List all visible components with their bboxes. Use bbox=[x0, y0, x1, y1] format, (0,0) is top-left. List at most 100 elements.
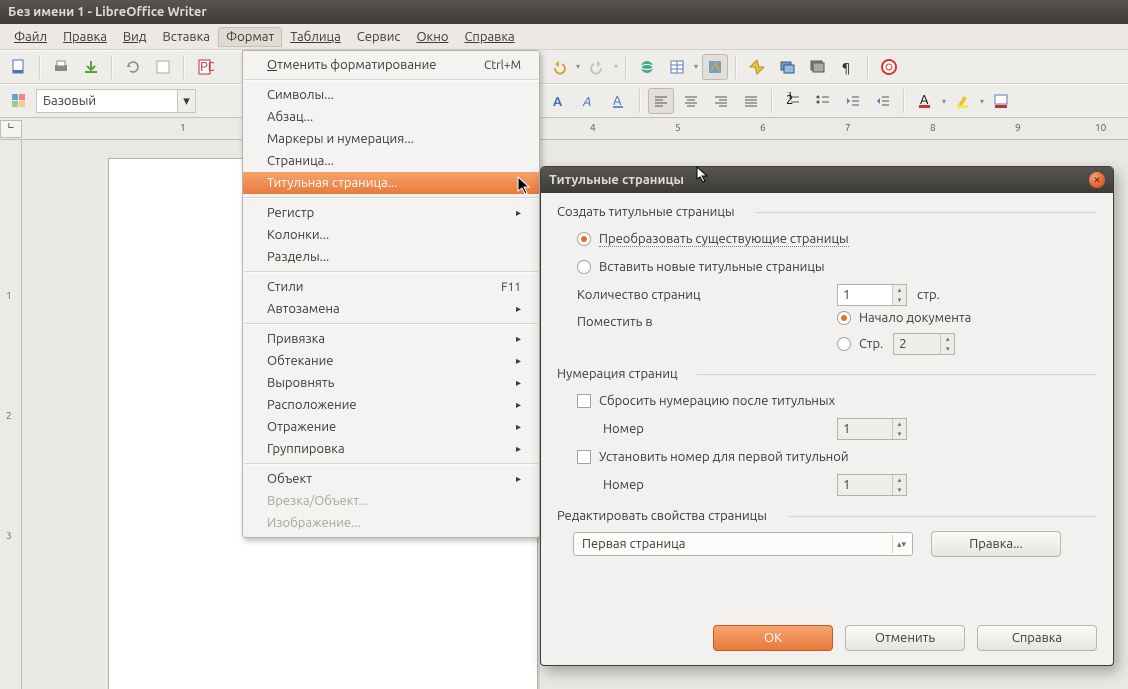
menu-bullets[interactable]: Маркеры и нумерация... bbox=[243, 128, 539, 150]
menu-window[interactable]: Окно bbox=[408, 27, 456, 47]
check-set-first[interactable]: Установить номер для первой титульной bbox=[577, 450, 849, 464]
mouse-cursor-icon-2 bbox=[696, 166, 710, 184]
menu-tools[interactable]: Сервис bbox=[349, 27, 409, 47]
vertical-ruler: 1 2 3 bbox=[0, 140, 22, 689]
menu-styles[interactable]: СтилиF11 bbox=[243, 276, 539, 298]
page-num-spin: 2▴▾ bbox=[893, 333, 955, 355]
dialog-buttons: OK Отменить Справка bbox=[541, 615, 1113, 665]
menu-character[interactable]: Символы... bbox=[243, 84, 539, 106]
menu-help[interactable]: Справка bbox=[456, 27, 522, 47]
numbering-button[interactable]: 12 bbox=[780, 88, 806, 114]
menu-flip[interactable]: Отражение▸ bbox=[243, 416, 539, 438]
indent-inc-button[interactable] bbox=[870, 88, 896, 114]
dialog-title: Титульные страницы bbox=[549, 173, 1089, 187]
align-left-button[interactable] bbox=[648, 88, 674, 114]
close-button[interactable]: ✕ bbox=[1089, 172, 1105, 188]
menu-edit[interactable]: Правка bbox=[55, 27, 115, 47]
menu-frame: Врезка/Объект... bbox=[243, 490, 539, 512]
align-right-button[interactable] bbox=[708, 88, 734, 114]
chevron-updown-icon: ▴▾ bbox=[892, 535, 910, 553]
menu-columns[interactable]: Колонки... bbox=[243, 224, 539, 246]
hyperlink-button[interactable] bbox=[634, 54, 660, 80]
indent-dec-button[interactable] bbox=[840, 88, 866, 114]
svg-text:¶: ¶ bbox=[842, 61, 850, 75]
radio-page-num[interactable]: Стр. bbox=[837, 337, 883, 351]
help-button[interactable]: Справка bbox=[977, 625, 1097, 651]
font-color-button[interactable]: A bbox=[912, 88, 938, 114]
menu-page[interactable]: Страница... bbox=[243, 150, 539, 172]
menu-group[interactable]: Группировка▸ bbox=[243, 438, 539, 460]
radio-insert[interactable]: Вставить новые титульные страницы bbox=[577, 260, 825, 274]
navigator-button[interactable] bbox=[744, 54, 770, 80]
format-menu-dropdown: ООтменить форматированиетменить форматир… bbox=[242, 50, 540, 538]
export-pdf-button[interactable]: PDF bbox=[192, 54, 218, 80]
pages-count-label: Количество страниц bbox=[577, 288, 797, 302]
paragraph-style-combo[interactable]: Базовый ▾ bbox=[36, 89, 196, 113]
menu-format[interactable]: Формат bbox=[218, 27, 282, 47]
underline-button[interactable]: A bbox=[606, 88, 632, 114]
print-button[interactable] bbox=[48, 54, 74, 80]
styles-button[interactable] bbox=[6, 88, 32, 114]
gallery-button[interactable] bbox=[774, 54, 800, 80]
menu-sections[interactable]: Разделы... bbox=[243, 246, 539, 268]
drawing-button[interactable] bbox=[702, 54, 728, 80]
save-button[interactable] bbox=[78, 54, 104, 80]
place-at-label: Поместить в bbox=[577, 311, 797, 329]
radio-convert[interactable]: Преобразовать существующие страницы bbox=[577, 232, 849, 247]
highlight-button[interactable] bbox=[950, 88, 976, 114]
formatting-toolbar-right: A A A 12 A ▾ ▾ bbox=[540, 84, 1128, 118]
window-titlebar: Без имени 1 - LibreOffice Writer bbox=[0, 0, 1128, 24]
menu-anchor[interactable]: Привязка▸ bbox=[243, 328, 539, 350]
num1-label: Номер bbox=[603, 422, 797, 436]
datasource-button[interactable] bbox=[804, 54, 830, 80]
help-button[interactable] bbox=[876, 54, 902, 80]
edit-button[interactable] bbox=[150, 54, 176, 80]
menu-arrange[interactable]: Расположение▸ bbox=[243, 394, 539, 416]
menu-autocorrect[interactable]: Автозамена▸ bbox=[243, 298, 539, 320]
menu-align[interactable]: Выровнять▸ bbox=[243, 372, 539, 394]
menu-image: Изображение... bbox=[243, 512, 539, 534]
nonprinting-button[interactable]: ¶ bbox=[834, 54, 860, 80]
num2-label: Номер bbox=[603, 478, 797, 492]
group-edit-legend: Редактировать свойства страницы bbox=[557, 509, 1097, 523]
num2-spin: 1▴▾ bbox=[837, 474, 907, 496]
menu-title-page[interactable]: Титульная страница... bbox=[243, 172, 539, 194]
bold-button[interactable]: A bbox=[546, 88, 572, 114]
menu-change-case[interactable]: Регистр▸ bbox=[243, 202, 539, 224]
svg-text:PDF: PDF bbox=[200, 60, 214, 74]
menu-table[interactable]: Таблица bbox=[282, 27, 349, 47]
bg-color-button[interactable] bbox=[988, 88, 1014, 114]
cancel-button[interactable]: Отменить bbox=[845, 625, 965, 651]
dialog-header[interactable]: Титульные страницы ✕ bbox=[541, 167, 1113, 193]
num1-spin: 1▴▾ bbox=[837, 418, 907, 440]
menu-paragraph[interactable]: Абзац... bbox=[243, 106, 539, 128]
redo-button[interactable] bbox=[584, 54, 610, 80]
align-justify-button[interactable] bbox=[738, 88, 764, 114]
reload-button[interactable] bbox=[120, 54, 146, 80]
ok-button[interactable]: OK bbox=[713, 625, 833, 651]
table-button[interactable] bbox=[664, 54, 690, 80]
pages-count-spin[interactable]: 1▴▾ bbox=[837, 284, 907, 306]
menu-wrap[interactable]: Обтекание▸ bbox=[243, 350, 539, 372]
check-reset[interactable]: Сбросить нумерацию после титульных bbox=[577, 394, 835, 408]
menubar: Файл Правка Вид Вставка Формат Таблица С… bbox=[0, 24, 1128, 50]
italic-button[interactable]: A bbox=[576, 88, 602, 114]
svg-text:A: A bbox=[553, 95, 563, 109]
menu-insert[interactable]: Вставка bbox=[154, 27, 217, 47]
radio-doc-start[interactable]: Начало документа bbox=[837, 311, 971, 325]
svg-text:2: 2 bbox=[786, 93, 793, 107]
menu-view[interactable]: Вид bbox=[115, 27, 155, 47]
align-center-button[interactable] bbox=[678, 88, 704, 114]
menu-object[interactable]: Объект▸ bbox=[243, 468, 539, 490]
new-doc-button[interactable] bbox=[6, 54, 32, 80]
svg-text:A: A bbox=[582, 95, 591, 109]
edit-style-button[interactable]: Правка... bbox=[931, 531, 1061, 557]
bullets-button[interactable] bbox=[810, 88, 836, 114]
group-numbering-legend: Нумерация страниц bbox=[557, 367, 1097, 381]
menu-file[interactable]: Файл bbox=[6, 27, 55, 47]
undo-button[interactable] bbox=[546, 54, 572, 80]
page-style-combo[interactable]: Первая страница ▴▾ bbox=[573, 532, 913, 556]
window-title: Без имени 1 - LibreOffice Writer bbox=[8, 5, 207, 19]
menu-clear-formatting[interactable]: ООтменить форматированиетменить форматир… bbox=[243, 54, 539, 76]
group-make-legend: Создать титульные страницы bbox=[557, 205, 1097, 219]
